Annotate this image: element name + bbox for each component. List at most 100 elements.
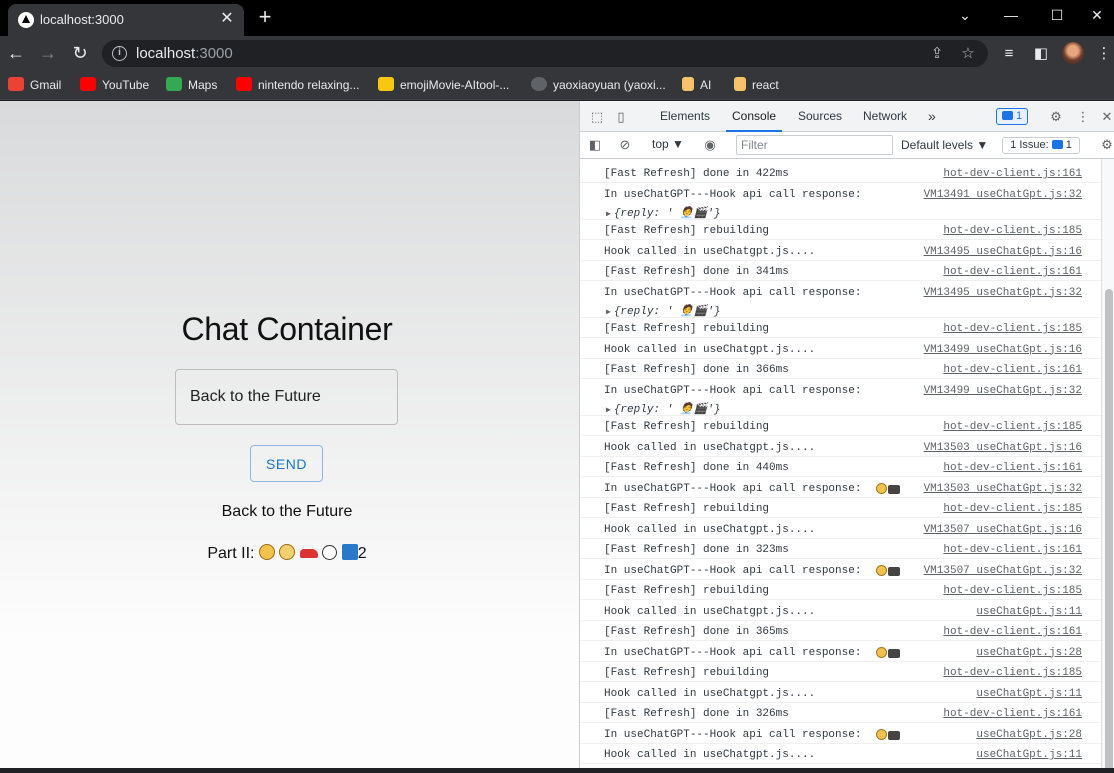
console-source-link[interactable]: VM13495 useChatGpt.js:16 bbox=[924, 246, 1082, 258]
tab-sources[interactable]: Sources bbox=[798, 101, 842, 132]
profile-avatar[interactable] bbox=[1062, 42, 1084, 64]
live-expression-eye-icon[interactable]: ◉ bbox=[701, 136, 719, 154]
chat-input[interactable] bbox=[175, 369, 398, 425]
console-source-link[interactable]: VM13503 useChatGpt.js:16 bbox=[924, 442, 1082, 454]
inspect-element-icon[interactable]: ⬚ bbox=[588, 108, 606, 126]
share-icon[interactable]: ⇪ bbox=[928, 45, 946, 63]
console-message: Hook called in useChatgpt.js.... bbox=[604, 523, 816, 536]
console-source-link[interactable]: VM13499 useChatGpt.js:32 bbox=[924, 385, 1082, 397]
tab-console[interactable]: Console bbox=[726, 101, 783, 132]
side-panel-icon[interactable]: ◧ bbox=[1031, 44, 1051, 64]
console-source-link[interactable]: hot-dev-client.js:185 bbox=[943, 585, 1082, 597]
site-info-icon[interactable]: i bbox=[112, 46, 127, 61]
sidebar-toggle-icon[interactable]: ◧ bbox=[586, 136, 604, 154]
console-source-link[interactable]: VM13495 useChatGpt.js:32 bbox=[924, 287, 1082, 299]
minimize-icon[interactable]: — bbox=[988, 0, 1034, 34]
page-bottom-bar bbox=[0, 768, 1114, 773]
tab-search-icon[interactable]: ⌄ bbox=[942, 0, 988, 34]
console-source-link[interactable]: hot-dev-client.js:161 bbox=[943, 168, 1082, 180]
context-selector[interactable]: top ▼ bbox=[652, 137, 684, 151]
reload-icon[interactable]: ↻ bbox=[69, 42, 91, 64]
console-message: [Fast Refresh] done in 365ms bbox=[604, 626, 789, 638]
log-levels-dropdown[interactable]: Default levels ▼ bbox=[901, 138, 988, 152]
console-filter-bar: ◧ ⊘ top ▼ ◉ Default levels ▼ 1 Issue: 1 … bbox=[580, 132, 1114, 159]
bookmark-star-icon[interactable]: ☆ bbox=[959, 45, 977, 63]
issues-button[interactable]: 1 Issue: 1 bbox=[1002, 137, 1080, 154]
console-row: In useChatGPT---Hook api call response: u… bbox=[580, 642, 1101, 662]
settings-gear-icon[interactable]: ⚙ bbox=[1047, 108, 1065, 126]
page-viewport: Chat Container SEND Back to the Future P… bbox=[0, 101, 579, 773]
console-source-link[interactable]: hot-dev-client.js:185 bbox=[943, 323, 1082, 335]
miro-icon bbox=[378, 77, 394, 91]
bookmark-folder-react[interactable]: react bbox=[734, 76, 779, 94]
messages-badge[interactable]: 1 bbox=[996, 108, 1028, 125]
console-source-link[interactable]: useChatGpt.js:11 bbox=[976, 749, 1082, 761]
console-source-link[interactable]: hot-dev-client.js:185 bbox=[943, 503, 1082, 515]
console-source-link[interactable]: hot-dev-client.js:161 bbox=[943, 462, 1082, 474]
console-source-link[interactable]: useChatGpt.js:28 bbox=[976, 647, 1082, 659]
console-source-link[interactable]: hot-dev-client.js:161 bbox=[943, 266, 1082, 278]
console-source-link[interactable]: hot-dev-client.js:185 bbox=[943, 421, 1082, 433]
console-source-link[interactable]: VM13507 useChatGpt.js:16 bbox=[924, 524, 1082, 536]
maximize-icon[interactable]: ☐ bbox=[1034, 0, 1080, 34]
console-source-link[interactable]: hot-dev-client.js:185 bbox=[943, 667, 1082, 679]
media-control-icon[interactable]: ≡ bbox=[999, 44, 1019, 64]
console-source-link[interactable]: VM13507 useChatGpt.js:32 bbox=[924, 565, 1082, 577]
more-options-icon[interactable]: ⋮ bbox=[1074, 108, 1092, 126]
car-emoji-icon bbox=[299, 549, 318, 558]
reply-emoji-line: Part II: 2 bbox=[207, 544, 367, 562]
tab-network[interactable]: Network bbox=[863, 101, 907, 132]
console-source-link[interactable]: hot-dev-client.js:161 bbox=[943, 626, 1082, 638]
new-tab-button[interactable]: + bbox=[254, 6, 276, 28]
console-source-link[interactable]: hot-dev-client.js:161 bbox=[943, 544, 1082, 556]
console-object-preview[interactable]: {reply: ' 🧑‍💼🎬'} bbox=[606, 206, 721, 220]
console-message: In useChatGPT---Hook api call response: bbox=[604, 564, 862, 577]
console-message: [Fast Refresh] rebuilding bbox=[604, 585, 770, 597]
bookmark-nintendo[interactable]: nintendo relaxing... bbox=[236, 76, 359, 94]
back-arrow-icon[interactable]: ← bbox=[5, 42, 27, 64]
console-source-link[interactable]: hot-dev-client.js:161 bbox=[943, 364, 1082, 376]
tab-elements[interactable]: Elements bbox=[660, 101, 710, 132]
console-source-link[interactable]: hot-dev-client.js:161 bbox=[943, 708, 1082, 720]
console-source-link[interactable]: VM13499 useChatGpt.js:16 bbox=[924, 344, 1082, 356]
console-row: [Fast Refresh] rebuilding hot-dev-client.… bbox=[580, 580, 1101, 600]
message-icon bbox=[1001, 111, 1013, 120]
console-source-link[interactable]: VM13503 useChatGpt.js:32 bbox=[924, 483, 1082, 495]
console-source-link[interactable]: hot-dev-client.js:185 bbox=[943, 225, 1082, 237]
close-window-icon[interactable]: ✕ bbox=[1080, 0, 1114, 34]
console-row: [Fast Refresh] rebuilding hot-dev-client.… bbox=[580, 318, 1101, 338]
youtube-icon bbox=[236, 77, 252, 91]
more-tabs-button[interactable]: » bbox=[928, 101, 936, 132]
console-source-link[interactable]: useChatGpt.js:28 bbox=[976, 729, 1082, 741]
bookmark-github[interactable]: yaoxiaoyuan (yaoxi... bbox=[531, 76, 666, 94]
console-source-link[interactable]: useChatGpt.js:11 bbox=[976, 606, 1082, 618]
scrollbar-thumb[interactable] bbox=[1105, 289, 1113, 773]
close-tab-icon[interactable]: ✕ bbox=[218, 10, 236, 28]
close-devtools-icon[interactable]: ✕ bbox=[1098, 108, 1114, 126]
console-settings-icon[interactable]: ⚙ bbox=[1098, 136, 1114, 154]
filter-input[interactable] bbox=[736, 135, 893, 155]
folder-icon bbox=[734, 77, 746, 91]
console-output: [Fast Refresh] done in 422ms hot-dev-clie… bbox=[580, 159, 1101, 773]
clear-console-icon[interactable]: ⊘ bbox=[616, 136, 634, 154]
bookmark-maps[interactable]: Maps bbox=[166, 76, 217, 94]
console-row: [Fast Refresh] rebuilding hot-dev-client.… bbox=[580, 220, 1101, 240]
console-object-preview[interactable]: {reply: ' 🧑‍💼🎬'} bbox=[606, 402, 721, 416]
menu-dots-icon[interactable]: ⋮ bbox=[1094, 44, 1114, 64]
send-button[interactable]: SEND bbox=[250, 445, 323, 482]
console-message: In useChatGPT---Hook api call response: bbox=[604, 728, 862, 741]
console-source-link[interactable]: VM13491 useChatGpt.js:32 bbox=[924, 189, 1082, 201]
console-object-preview[interactable]: {reply: ' 🧑‍💼🎬'} bbox=[606, 304, 721, 318]
device-toolbar-icon[interactable]: ▯ bbox=[612, 108, 630, 126]
browser-tab[interactable]: localhost:3000 ✕ bbox=[8, 4, 244, 36]
bookmark-emojimovie[interactable]: emojiMovie-AItool-... bbox=[378, 76, 509, 94]
console-source-link[interactable]: useChatGpt.js:11 bbox=[976, 688, 1082, 700]
console-row: Hook called in useChatgpt.js.... useChatG… bbox=[580, 601, 1101, 621]
bookmark-youtube[interactable]: YouTube bbox=[80, 76, 149, 94]
bookmark-folder-ai[interactable]: AI bbox=[682, 76, 711, 94]
console-scrollbar[interactable] bbox=[1101, 159, 1114, 773]
bookmark-gmail[interactable]: Gmail bbox=[8, 76, 61, 94]
address-bar[interactable]: i localhost:3000 ⇪ ☆ bbox=[102, 40, 988, 67]
console-message: Hook called in useChatgpt.js.... bbox=[604, 245, 816, 258]
forward-arrow-icon[interactable]: → bbox=[37, 42, 59, 64]
